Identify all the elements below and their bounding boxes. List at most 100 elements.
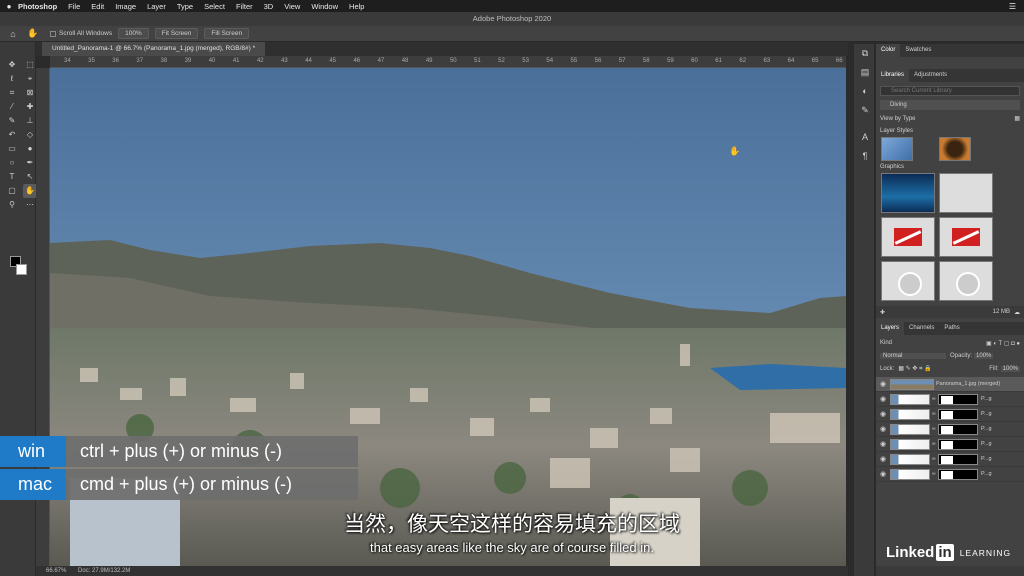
graphic-thumb-circle[interactable] (939, 261, 993, 301)
menu-photoshop[interactable]: Photoshop (18, 2, 57, 11)
graphic-thumb-dive-flag[interactable] (939, 217, 993, 257)
home-icon[interactable]: ⌂ (6, 29, 20, 39)
library-search-input[interactable]: Search Current Library (880, 86, 1020, 96)
marquee-tool-icon[interactable]: ⬚ (23, 58, 37, 72)
stamp-tool-icon[interactable]: ⊥ (23, 114, 37, 128)
layer-mask[interactable] (938, 393, 978, 405)
fit-screen-button[interactable]: Fit Screen (154, 28, 199, 39)
library-select[interactable]: Diving (880, 100, 1020, 110)
healing-tool-icon[interactable]: ✚ (23, 100, 37, 114)
brush-settings-icon[interactable]: ✎ (854, 101, 876, 120)
menu-file[interactable]: File (68, 2, 80, 11)
hand-tool-active-icon[interactable]: ✋ (23, 184, 37, 198)
filter-icons[interactable]: ▣ ◐ T ▢ ◘ ● (986, 340, 1020, 347)
path-select-tool-icon[interactable]: ↖ (23, 170, 37, 184)
history-brush-icon[interactable]: ↶ (5, 128, 19, 142)
scroll-all-windows-checkbox[interactable]: Scroll All Windows (50, 30, 112, 37)
menu-layer[interactable]: Layer (147, 2, 166, 11)
tab-channels[interactable]: Channels (904, 322, 939, 335)
fill-field[interactable]: 100% (1000, 366, 1020, 372)
menu-list-icon[interactable]: ☰ (1009, 2, 1016, 11)
frame-tool-icon[interactable]: ⊠ (23, 86, 37, 100)
eye-icon[interactable]: ◉ (876, 395, 890, 403)
properties-panel-icon[interactable]: ▤ (854, 63, 876, 82)
type-tool-icon[interactable]: T (5, 170, 19, 184)
tab-libraries[interactable]: Libraries (876, 69, 910, 82)
eye-icon[interactable]: ◉ (876, 470, 890, 478)
menu-image[interactable]: Image (115, 2, 136, 11)
layer-row[interactable]: ◉ ∞ P...g (876, 422, 1024, 437)
status-zoom[interactable]: 66.67% (46, 568, 66, 574)
menu-type[interactable]: Type (177, 2, 193, 11)
layer-row[interactable]: ◉ ∞ P...g (876, 407, 1024, 422)
eye-icon[interactable]: ◉ (876, 455, 890, 463)
lasso-tool-icon[interactable]: ℓ (5, 72, 19, 86)
layer-row[interactable]: ◉ ∞ P...g (876, 392, 1024, 407)
layer-style-thumb[interactable] (881, 137, 913, 161)
zoom-100-button[interactable]: 100% (118, 28, 149, 39)
background-color-swatch[interactable] (16, 264, 27, 275)
tab-paths[interactable]: Paths (939, 322, 964, 335)
graphic-thumb-white-flag[interactable] (939, 173, 993, 213)
dodge-tool-icon[interactable]: ○ (5, 156, 19, 170)
menu-window[interactable]: Window (311, 2, 338, 11)
more-tools-icon[interactable]: ⋯ (23, 198, 37, 212)
graphic-thumb-underwater[interactable] (881, 173, 935, 213)
menu-help[interactable]: Help (349, 2, 364, 11)
menu-filter[interactable]: Filter (236, 2, 253, 11)
apple-icon[interactable]: ● (0, 2, 18, 11)
opacity-field[interactable]: 100% (974, 353, 994, 359)
move-tool-icon[interactable]: ✥ (5, 58, 19, 72)
tab-swatches[interactable]: Swatches (900, 44, 936, 57)
layer-mask[interactable] (938, 408, 978, 420)
layer-row[interactable]: ◉ ∞ P...g (876, 437, 1024, 452)
eraser-tool-icon[interactable]: ◇ (23, 128, 37, 142)
blur-tool-icon[interactable]: ● (23, 142, 37, 156)
layer-mask[interactable] (938, 468, 978, 480)
menu-view[interactable]: View (284, 2, 300, 11)
history-panel-icon[interactable]: ⧉ (854, 44, 876, 63)
gradient-tool-icon[interactable]: ▭ (5, 142, 19, 156)
layer-style-thumb[interactable] (939, 137, 971, 161)
layer-row[interactable]: ◉ ∞ P...g (876, 467, 1024, 482)
layer-row[interactable]: ◉ Panorama_1.jpg (merged) (876, 377, 1024, 392)
shape-tool-icon[interactable]: ▢ (5, 184, 19, 198)
hand-tool-icon[interactable]: ✋ (26, 28, 40, 39)
eye-icon[interactable]: ◉ (876, 410, 890, 418)
menu-3d[interactable]: 3D (264, 2, 274, 11)
tab-layers[interactable]: Layers (876, 322, 905, 335)
cloud-icon[interactable]: ☁ (1014, 309, 1020, 316)
eyedropper-tool-icon[interactable]: ⁄ (5, 100, 19, 114)
layer-mask[interactable] (938, 423, 978, 435)
lock-icons[interactable]: ▦ ✎ ✥ ⌗ 🔒 (898, 365, 931, 373)
fill-screen-button[interactable]: Fill Screen (204, 28, 250, 39)
layer-mask[interactable] (938, 453, 978, 465)
adjustments-panel-icon[interactable]: ◐ (854, 82, 876, 101)
filter-kind-dropdown[interactable]: Kind (880, 340, 892, 346)
eye-icon[interactable]: ◉ (876, 425, 890, 433)
menu-edit[interactable]: Edit (91, 2, 104, 11)
graphic-thumb-dive-flag[interactable] (881, 217, 935, 257)
tab-adjustments[interactable]: Adjustments (909, 69, 952, 82)
graphics-heading[interactable]: Graphics (880, 164, 1020, 170)
crop-tool-icon[interactable]: ⌗ (5, 86, 19, 100)
tab-color[interactable]: Color (876, 44, 901, 57)
blend-mode-dropdown[interactable]: Normal (880, 353, 946, 359)
menu-select[interactable]: Select (204, 2, 225, 11)
add-content-icon[interactable]: ✚ (880, 309, 885, 316)
pen-tool-icon[interactable]: ✒ (23, 156, 37, 170)
eye-icon[interactable]: ◉ (876, 380, 890, 388)
layer-row[interactable]: ◉ ∞ P...g (876, 452, 1024, 467)
brush-tool-icon[interactable]: ✎ (5, 114, 19, 128)
graphic-thumb-circle[interactable] (881, 261, 935, 301)
grid-view-icon[interactable]: ▦ (1014, 114, 1020, 124)
character-panel-icon[interactable]: A (854, 128, 876, 147)
paragraph-panel-icon[interactable]: ¶ (854, 147, 876, 166)
document-tab[interactable]: Untitled_Panorama-1 @ 66.7% (Panorama_1.… (42, 42, 266, 56)
view-by-dropdown[interactable]: View by Type (880, 114, 915, 124)
zoom-tool-icon[interactable]: ⚲ (5, 198, 19, 212)
eye-icon[interactable]: ◉ (876, 440, 890, 448)
layer-mask[interactable] (938, 438, 978, 450)
quick-select-tool-icon[interactable]: ⌖ (23, 72, 37, 86)
layer-styles-heading[interactable]: Layer Styles (880, 128, 1020, 134)
